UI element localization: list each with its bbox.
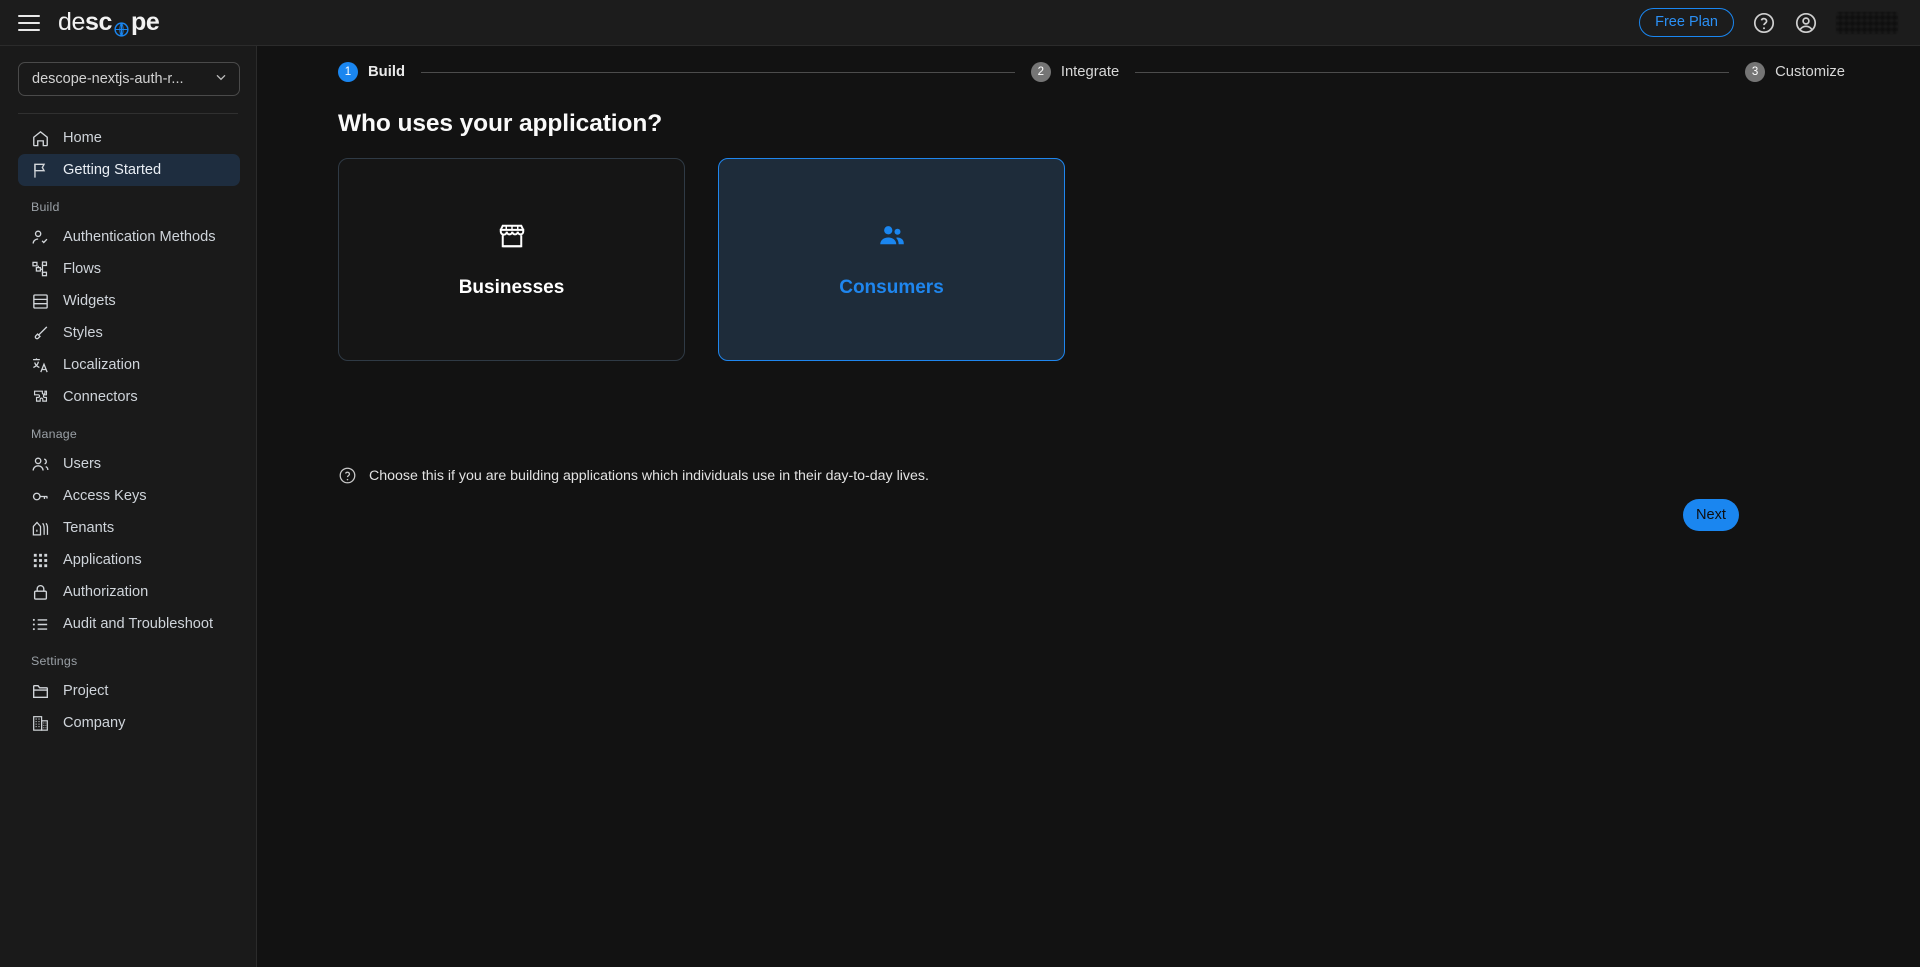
question-circle-icon bbox=[338, 466, 357, 485]
widgets-icon bbox=[31, 292, 50, 311]
step-number: 3 bbox=[1745, 62, 1765, 82]
user-check-icon bbox=[31, 228, 50, 247]
sidebar-item-audit-and-troubleshoot[interactable]: Audit and Troubleshoot bbox=[18, 608, 240, 640]
onboarding-stepper: 1 Build 2 Integrate 3 Customize bbox=[338, 62, 1845, 82]
sidebar-item-label: Styles bbox=[63, 325, 103, 341]
sidebar-group-build: Build bbox=[31, 200, 256, 214]
brand-globe-icon bbox=[113, 16, 130, 33]
step-number: 2 bbox=[1031, 62, 1051, 82]
top-bar-actions: Free Plan bbox=[1639, 8, 1898, 37]
step-connector bbox=[1135, 72, 1729, 73]
project-selector[interactable]: descope-nextjs-auth-r... bbox=[18, 62, 240, 96]
card-businesses[interactable]: Businesses bbox=[338, 158, 685, 361]
free-plan-button[interactable]: Free Plan bbox=[1639, 8, 1734, 37]
sidebar-item-label: Getting Started bbox=[63, 162, 161, 178]
storefront-icon bbox=[497, 221, 527, 251]
step-build[interactable]: 1 Build bbox=[338, 62, 405, 82]
sidebar-item-authentication-methods[interactable]: Authentication Methods bbox=[18, 221, 240, 253]
brand-mid: sc bbox=[85, 8, 112, 37]
sidebar-item-users[interactable]: Users bbox=[18, 448, 240, 480]
selection-hint-text: Choose this if you are building applicat… bbox=[369, 468, 929, 484]
sidebar-item-label: Applications bbox=[63, 552, 142, 568]
sidebar-item-connectors[interactable]: Connectors bbox=[18, 381, 240, 413]
sidebar-item-label: Company bbox=[63, 715, 125, 731]
sidebar-item-label: Authentication Methods bbox=[63, 229, 216, 245]
sidebar-item-label: Project bbox=[63, 683, 108, 699]
sidebar-group-manage: Manage bbox=[31, 427, 256, 441]
step-label: Customize bbox=[1775, 64, 1845, 80]
page-title: Who uses your application? bbox=[338, 110, 662, 138]
folder-icon bbox=[31, 682, 50, 701]
sidebar-item-flows[interactable]: Flows bbox=[18, 253, 240, 285]
sidebar-item-label: Access Keys bbox=[63, 488, 147, 504]
step-number: 1 bbox=[338, 62, 358, 82]
sidebar-item-label: Home bbox=[63, 130, 102, 146]
sidebar-item-label: Authorization bbox=[63, 584, 148, 600]
flag-icon bbox=[31, 161, 50, 180]
selection-hint: Choose this if you are building applicat… bbox=[338, 466, 929, 485]
sidebar-item-authorization[interactable]: Authorization bbox=[18, 576, 240, 608]
sidebar-group-settings: Settings bbox=[31, 654, 256, 668]
top-bar: desc pe Free Plan bbox=[0, 0, 1920, 46]
next-button[interactable]: Next bbox=[1683, 499, 1739, 531]
tenants-building-icon bbox=[31, 519, 50, 538]
step-connector bbox=[421, 72, 1015, 73]
sidebar-item-label: Audit and Troubleshoot bbox=[63, 616, 213, 632]
puzzle-piece-icon bbox=[31, 388, 50, 407]
sidebar-item-styles[interactable]: Styles bbox=[18, 317, 240, 349]
hamburger-menu-icon[interactable] bbox=[18, 15, 40, 31]
translate-icon bbox=[31, 356, 50, 375]
sidebar-item-label: Flows bbox=[63, 261, 101, 277]
sidebar-item-label: Localization bbox=[63, 357, 140, 373]
home-icon bbox=[31, 129, 50, 148]
sidebar: descope-nextjs-auth-r... Home Getting St… bbox=[0, 46, 257, 967]
sidebar-item-home[interactable]: Home bbox=[18, 122, 240, 154]
account-circle-icon[interactable] bbox=[1794, 11, 1818, 35]
user-name-redacted[interactable] bbox=[1836, 12, 1898, 34]
step-integrate[interactable]: 2 Integrate bbox=[1031, 62, 1119, 82]
sidebar-item-project[interactable]: Project bbox=[18, 675, 240, 707]
key-icon bbox=[31, 487, 50, 506]
office-building-icon bbox=[31, 714, 50, 733]
users-icon bbox=[31, 455, 50, 474]
paintbrush-icon bbox=[31, 324, 50, 343]
descope-logo: desc pe bbox=[58, 8, 159, 37]
sidebar-item-label: Tenants bbox=[63, 520, 114, 536]
sidebar-item-access-keys[interactable]: Access Keys bbox=[18, 480, 240, 512]
list-icon bbox=[31, 615, 50, 634]
sidebar-item-applications[interactable]: Applications bbox=[18, 544, 240, 576]
step-label: Integrate bbox=[1061, 64, 1119, 80]
step-label: Build bbox=[368, 64, 405, 80]
sidebar-item-localization[interactable]: Localization bbox=[18, 349, 240, 381]
help-circle-icon[interactable] bbox=[1752, 11, 1776, 35]
audience-选择-cards: Businesses Consumers bbox=[338, 158, 1065, 361]
card-consumers[interactable]: Consumers bbox=[718, 158, 1065, 361]
project-selector-label: descope-nextjs-auth-r... bbox=[32, 71, 184, 87]
brand-prefix: de bbox=[58, 8, 85, 37]
card-label: Businesses bbox=[459, 277, 565, 299]
people-icon bbox=[877, 221, 907, 251]
sidebar-divider bbox=[18, 113, 238, 114]
step-customize[interactable]: 3 Customize bbox=[1745, 62, 1845, 82]
flow-chart-icon bbox=[31, 260, 50, 279]
chevron-down-icon bbox=[213, 69, 229, 89]
sidebar-item-label: Widgets bbox=[63, 293, 116, 309]
sidebar-item-getting-started[interactable]: Getting Started bbox=[18, 154, 240, 186]
main-content: 1 Build 2 Integrate 3 Customize Who uses… bbox=[257, 46, 1920, 967]
sidebar-item-label: Connectors bbox=[63, 389, 138, 405]
sidebar-item-widgets[interactable]: Widgets bbox=[18, 285, 240, 317]
card-label: Consumers bbox=[839, 277, 944, 299]
sidebar-item-company[interactable]: Company bbox=[18, 707, 240, 739]
sidebar-item-tenants[interactable]: Tenants bbox=[18, 512, 240, 544]
sidebar-item-label: Users bbox=[63, 456, 101, 472]
grid-apps-icon bbox=[31, 551, 50, 570]
lock-icon bbox=[31, 583, 50, 602]
brand-suffix: pe bbox=[131, 8, 159, 37]
